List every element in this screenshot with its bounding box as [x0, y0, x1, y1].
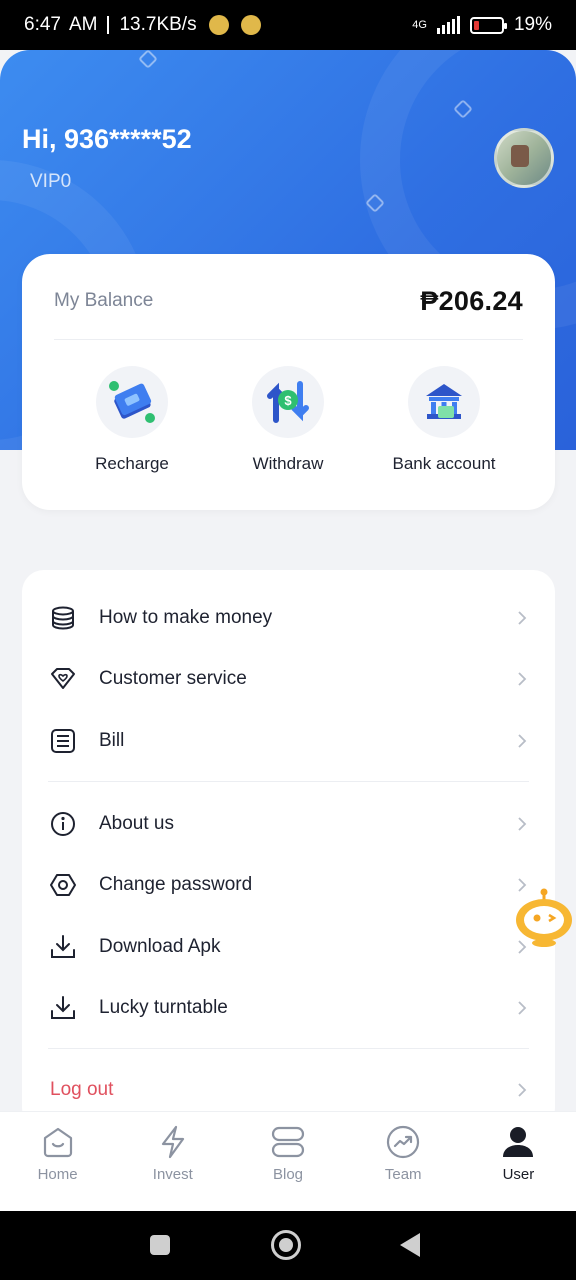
- battery-percent: 19%: [513, 14, 552, 35]
- home-icon: [40, 1124, 76, 1160]
- withdraw-icon: $: [252, 366, 324, 438]
- tab-label: Home: [37, 1166, 78, 1183]
- battery-icon: [469, 16, 507, 34]
- status-right: 4G 19%: [412, 14, 552, 36]
- home-button[interactable]: [271, 1230, 301, 1260]
- withdraw-label: Withdraw: [252, 454, 324, 473]
- divider: [48, 1048, 529, 1049]
- chevron-right-icon: [518, 1083, 527, 1097]
- menu-item-bill[interactable]: Bill: [22, 711, 555, 771]
- tab-home[interactable]: Home: [0, 1112, 115, 1211]
- notification-emoji-icon: [240, 15, 261, 35]
- database-icon: [48, 603, 78, 633]
- bottom-tab-bar: Home Invest Blog Team User: [0, 1111, 576, 1211]
- menu-label: Download Apk: [99, 936, 221, 957]
- heart-diamond-icon: [48, 664, 78, 694]
- chevron-right-icon: [518, 672, 527, 686]
- chevron-right-icon: [518, 1001, 527, 1015]
- menu-label: Change password: [99, 874, 253, 895]
- tab-label: Invest: [152, 1166, 193, 1183]
- bank-icon: [408, 366, 480, 438]
- menu-item-about-us[interactable]: About us: [22, 794, 555, 854]
- balance-label: My Balance: [54, 290, 154, 311]
- hexagon-icon: [48, 870, 78, 900]
- menu-item-customer-service[interactable]: Customer service: [22, 649, 555, 709]
- menu-label: Customer service: [99, 668, 247, 689]
- vip-level: VIP0: [30, 171, 72, 192]
- bank-account-button[interactable]: Bank account: [359, 366, 529, 474]
- chat-assistant-robot-icon[interactable]: [512, 888, 576, 948]
- download-icon: [48, 993, 78, 1023]
- status-ampm: AM: [68, 14, 98, 35]
- logout-label: Log out: [50, 1079, 114, 1100]
- avatar[interactable]: [494, 128, 554, 188]
- bank-account-label: Bank account: [392, 454, 496, 473]
- network-speed: 13.7KB/s: [119, 14, 197, 35]
- user-icon: [500, 1124, 536, 1160]
- status-time: 6:47: [24, 14, 61, 35]
- menu-label: About us: [99, 813, 174, 834]
- chevron-right-icon: [518, 817, 527, 831]
- menu-item-how-to-make-money[interactable]: How to make money: [22, 588, 555, 648]
- chevron-right-icon: [518, 734, 527, 748]
- withdraw-button[interactable]: $ Withdraw: [203, 366, 373, 474]
- trend-icon: [385, 1124, 421, 1160]
- blog-icon: [270, 1124, 306, 1160]
- chevron-right-icon: [518, 611, 527, 625]
- system-navigation-bar: [0, 1211, 576, 1280]
- back-button[interactable]: [400, 1233, 420, 1257]
- download-icon: [48, 932, 78, 962]
- menu-item-change-password[interactable]: Change password: [22, 855, 555, 915]
- status-bar: 6:47 AM 13.7KB/s 4G 19%: [0, 0, 576, 50]
- lightning-icon: [155, 1124, 191, 1160]
- divider: [54, 339, 523, 340]
- balance-amount: ₱206.24: [420, 286, 523, 316]
- balance-card: My Balance ₱206.24 Recharge $ Withdraw B…: [22, 254, 555, 510]
- tab-label: User: [502, 1166, 535, 1183]
- menu-item-download-apk[interactable]: Download Apk: [22, 917, 555, 977]
- user-greeting: Hi, 936*****52: [22, 124, 192, 154]
- svg-text:$: $: [284, 393, 292, 408]
- tab-invest[interactable]: Invest: [115, 1112, 230, 1211]
- recharge-button[interactable]: Recharge: [47, 366, 217, 474]
- menu-item-lucky-turntable[interactable]: Lucky turntable: [22, 978, 555, 1038]
- bill-icon: [48, 726, 78, 756]
- notification-emoji-icon: [208, 15, 229, 35]
- tab-user[interactable]: User: [461, 1112, 576, 1211]
- battery-fill: [473, 20, 479, 30]
- divider: [48, 781, 529, 782]
- status-left: 6:47 AM 13.7KB/s: [24, 14, 261, 36]
- recharge-label: Recharge: [95, 454, 169, 473]
- tab-label: Blog: [272, 1166, 304, 1183]
- recharge-icon: [96, 366, 168, 438]
- tab-blog[interactable]: Blog: [230, 1112, 345, 1211]
- signal-icon: [436, 16, 460, 34]
- decorative-diamond: [138, 50, 158, 69]
- recent-apps-button[interactable]: [150, 1235, 170, 1255]
- tab-label: Team: [384, 1166, 422, 1183]
- menu-label: Lucky turntable: [99, 997, 228, 1018]
- network-type-label: 4G: [412, 19, 427, 31]
- status-separator: [107, 16, 110, 34]
- menu-card: How to make money Customer service Bill: [22, 570, 555, 1130]
- menu-label: How to make money: [99, 607, 273, 628]
- menu-label: Bill: [99, 730, 125, 751]
- tab-team[interactable]: Team: [346, 1112, 461, 1211]
- info-icon: [48, 809, 78, 839]
